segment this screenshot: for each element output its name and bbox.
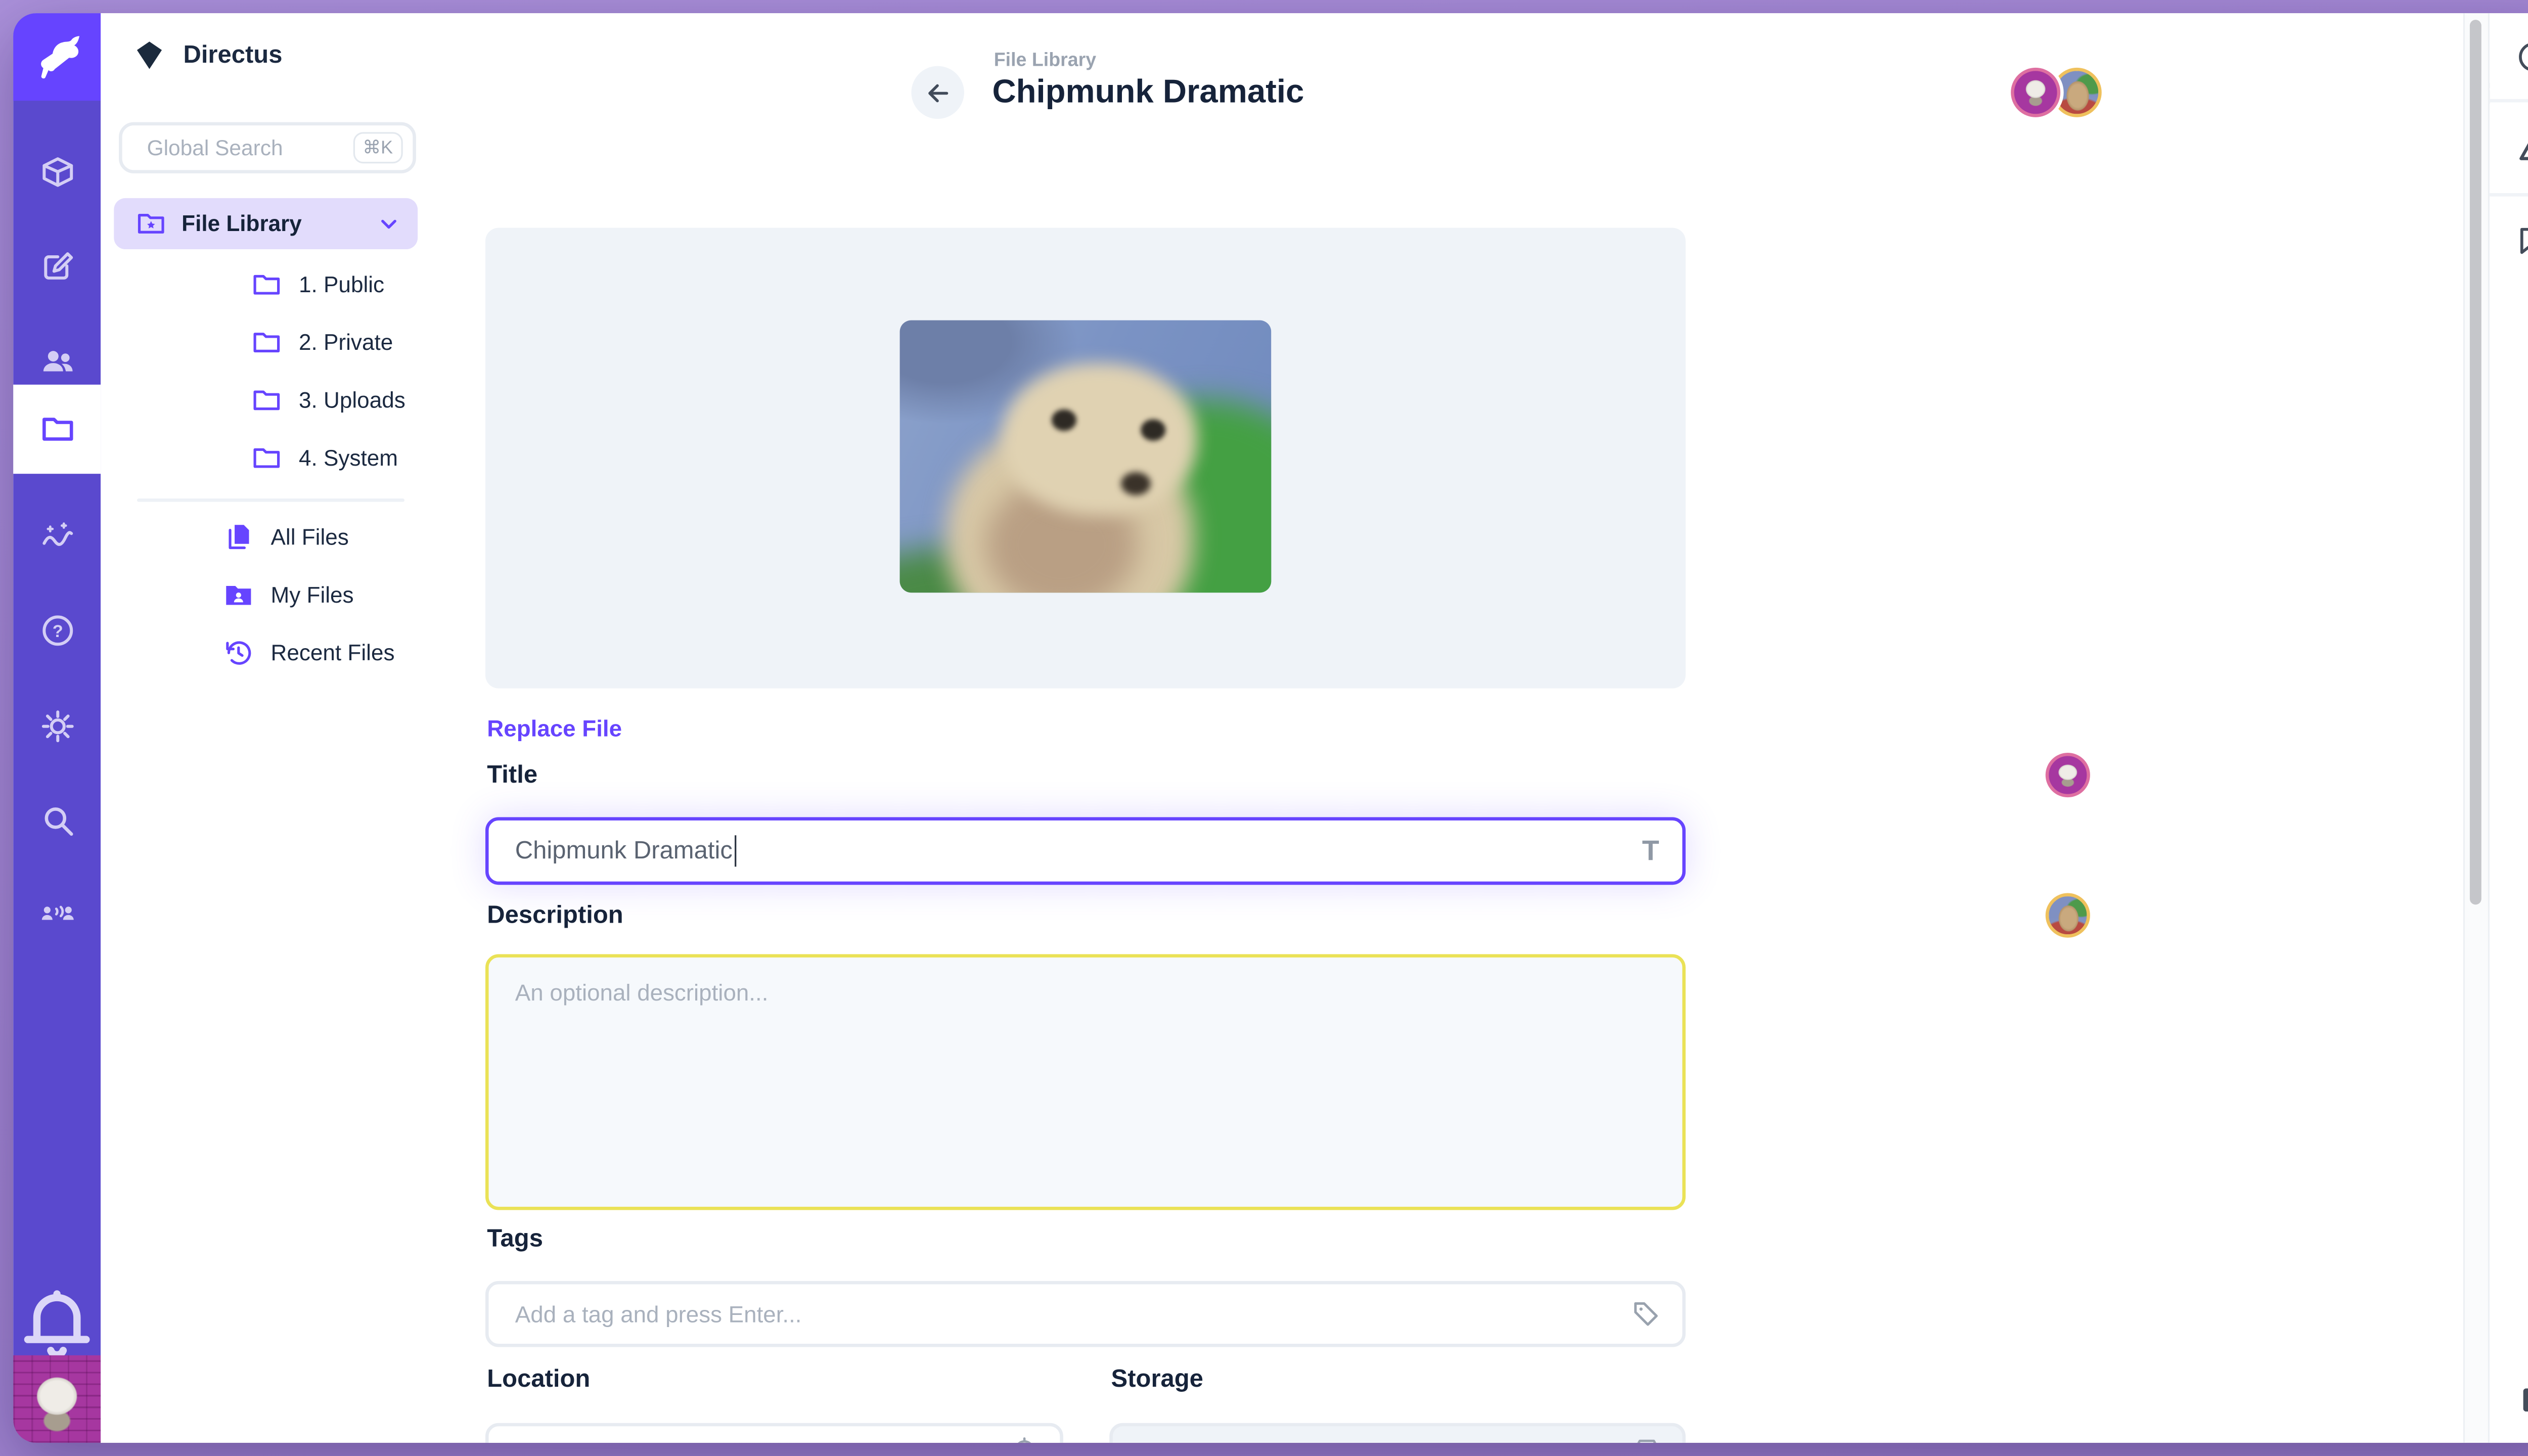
info-icon[interactable] (2490, 13, 2528, 99)
title-label: Title (487, 761, 537, 789)
breadcrumb[interactable]: File Library (994, 51, 1096, 71)
location-icon (1010, 1436, 1039, 1443)
storage-input (1109, 1423, 1686, 1443)
back-button[interactable] (911, 66, 964, 119)
image-eye-right (1141, 419, 1165, 440)
avatar-face (2018, 76, 2053, 111)
arrow-left-icon (924, 78, 952, 107)
sidebar-folder-private[interactable]: 2. Private (251, 327, 393, 358)
module-bar: ? (13, 13, 101, 1443)
file-preview-panel[interactable] (485, 228, 1686, 689)
project-logo-icon (133, 39, 165, 71)
tags-placeholder: Add a tag and press Enter... (515, 1301, 1631, 1327)
module-insights-icon[interactable] (13, 492, 101, 581)
folder-icon (251, 385, 282, 416)
revisions-icon[interactable] (2490, 104, 2528, 190)
module-community-icon[interactable] (13, 870, 101, 959)
sidebar-folder-public[interactable]: 1. Public (251, 269, 384, 300)
current-user-avatar[interactable] (13, 1355, 101, 1443)
avatar-face (2053, 760, 2083, 791)
svg-text:?: ? (52, 622, 62, 641)
image-nose (1121, 472, 1151, 495)
tags-label: Tags (487, 1225, 543, 1253)
folder-person-icon (223, 579, 254, 611)
app-window: ? Directus Global Search ⌘K F (13, 13, 2528, 1443)
link-label: My Files (271, 583, 354, 608)
folder-label: 4. System (299, 446, 398, 471)
sidebar-item-my-files[interactable]: My Files (223, 579, 354, 611)
field-editor-avatar-description (2046, 893, 2090, 938)
rabbit-logo-icon (32, 32, 82, 82)
avatar-face (23, 1369, 91, 1441)
desktop-background: ? Directus Global Search ⌘K F (0, 0, 2528, 1456)
module-content-icon[interactable] (13, 127, 101, 216)
tags-input[interactable]: Add a tag and press Enter... (485, 1281, 1686, 1347)
description-textarea[interactable] (485, 954, 1686, 1210)
module-search-icon[interactable] (13, 776, 101, 865)
field-editor-avatar-title (2046, 753, 2090, 797)
main-content: File Library Chipmunk Dramatic (433, 13, 2467, 1443)
folder-star-icon (136, 208, 167, 239)
history-icon (223, 637, 254, 668)
content-scrollbar-track[interactable] (2463, 13, 2490, 1443)
folder-label: 1. Public (299, 272, 384, 297)
copy-files-icon (223, 522, 254, 553)
notifications-bell-icon[interactable] (13, 1284, 101, 1360)
storage-label: Storage (1111, 1365, 1203, 1393)
project-header[interactable]: Directus (133, 39, 282, 71)
sidebar-item-file-library[interactable]: File Library (114, 198, 418, 249)
comments-icon[interactable] (2490, 197, 2528, 283)
text-caret (734, 835, 737, 867)
title-input-value: Chipmunk Dramatic (515, 837, 733, 866)
tag-icon (1631, 1299, 1661, 1329)
sidebar-item-label: File Library (182, 211, 302, 236)
image-eye-left (1052, 410, 1076, 431)
folder-icon (251, 269, 282, 300)
directus-logo[interactable] (13, 13, 101, 101)
sidebar-folder-system[interactable]: 4. System (251, 442, 398, 474)
location-label: Location (487, 1365, 590, 1393)
global-search-input[interactable]: Global Search ⌘K (119, 122, 416, 173)
presence-avatar-user[interactable] (2011, 68, 2060, 117)
title-formatter-icon[interactable]: T (1642, 835, 1659, 868)
description-label: Description (487, 901, 623, 930)
search-placeholder: Global Search (147, 135, 353, 160)
link-label: All Files (271, 525, 349, 550)
title-input[interactable]: Chipmunk Dramatic T (485, 817, 1686, 885)
module-help-icon[interactable]: ? (13, 586, 101, 675)
storage-box-icon (1633, 1436, 1661, 1443)
file-image-chipmunk (900, 320, 1272, 593)
content-scrollbar-thumb[interactable] (2470, 20, 2481, 904)
sidebar-divider (2490, 99, 2528, 103)
sidebar-item-all-files[interactable]: All Files (223, 522, 349, 553)
chevron-down-icon[interactable] (376, 211, 401, 236)
link-label: Recent Files (271, 641, 395, 665)
sidebar-item-recent-files[interactable]: Recent Files (223, 637, 395, 668)
folder-icon (251, 327, 282, 358)
location-input[interactable] (485, 1423, 1063, 1443)
image-head (1002, 363, 1197, 515)
folder-icon (251, 442, 282, 474)
sidebar-folder-uploads[interactable]: 3. Uploads (251, 385, 405, 416)
right-sidebar: 1 (2490, 13, 2528, 1443)
activity-clipboard-icon[interactable] (2490, 1357, 2528, 1443)
navigation-sidebar: Directus Global Search ⌘K File Library 1… (101, 13, 432, 1443)
page-title: Chipmunk Dramatic (992, 74, 1304, 112)
folder-label: 2. Private (299, 330, 393, 355)
folder-label: 3. Uploads (299, 388, 405, 413)
search-shortcut-badge: ⌘K (353, 132, 403, 163)
module-file-library-icon[interactable] (13, 385, 101, 474)
replace-file-link[interactable]: Replace File (487, 715, 622, 741)
module-settings-icon[interactable] (13, 682, 101, 771)
sidebar-divider (137, 498, 404, 502)
module-editor-icon[interactable] (13, 223, 101, 312)
project-name: Directus (183, 41, 282, 70)
